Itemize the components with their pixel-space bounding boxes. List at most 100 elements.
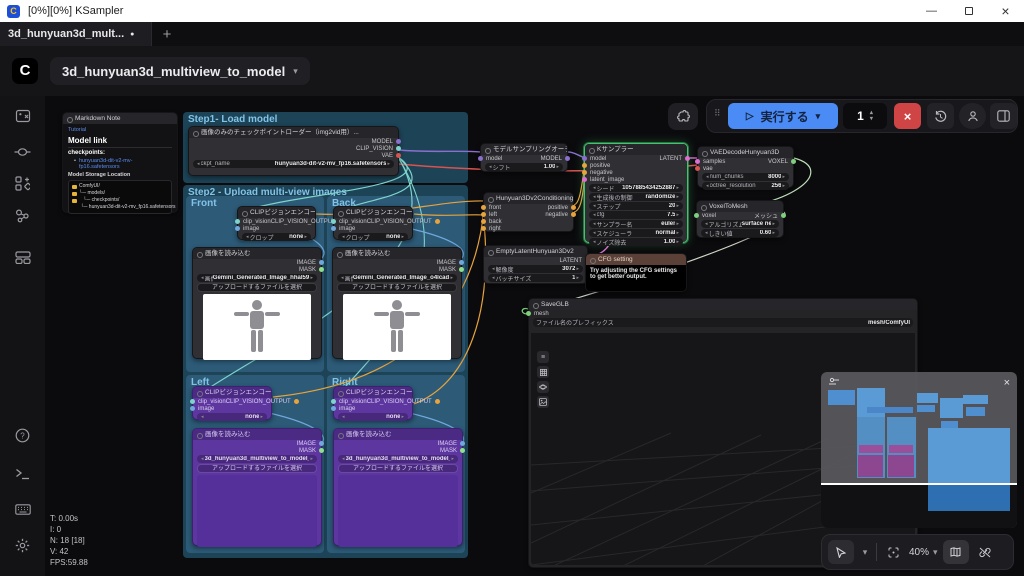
input-port-model[interactable] xyxy=(478,156,483,161)
node-conditioning-multiview[interactable]: Hunyuan3Dv2ConditioningMulti... frontpos… xyxy=(483,192,574,232)
widget-crop[interactable]: ◂クロップnone▸ xyxy=(242,233,311,241)
input-port-mesh[interactable] xyxy=(526,311,531,316)
input-port-right[interactable] xyxy=(481,226,486,231)
drag-handle[interactable]: ⠿ xyxy=(714,109,722,117)
output-port-clip-vision-output[interactable] xyxy=(294,399,299,404)
image-preview-back[interactable] xyxy=(343,294,451,360)
node-model-sampling[interactable]: モデルサンプリングオーラフロー modelMODEL ◂シフト1.00▸ xyxy=(480,143,568,172)
output-port-image[interactable] xyxy=(460,441,465,446)
widget-algorithm[interactable]: ◂アルゴリズムsurface net▸ xyxy=(701,220,779,228)
comfyui-logo[interactable]: C xyxy=(12,58,38,84)
node-markdown-note[interactable]: Markdown Note Tutorial Model link checkp… xyxy=(62,112,178,213)
minimap-close-icon[interactable]: × xyxy=(1004,377,1010,389)
output-port-mask[interactable] xyxy=(319,267,324,272)
node-load-image-left[interactable]: 画像を読み込む IMAGE MASK ◂3d_hunyuan3d_multivi… xyxy=(192,428,322,546)
output-port-mask[interactable] xyxy=(460,448,465,453)
widget-ckpt-name[interactable]: ◂ckpt_namehunyuan3d-dit-v2-mv_fp16.safet… xyxy=(193,160,394,168)
widget-image-file[interactable]: ◂画像Gemini_Generated_Image_hhal59hhal59hh… xyxy=(197,274,317,282)
toggle-panel-button[interactable] xyxy=(990,103,1017,129)
output-port-clip-vision-output[interactable] xyxy=(435,399,440,404)
input-port-back[interactable] xyxy=(481,219,486,224)
batch-count-steppers[interactable]: ▴▾ xyxy=(870,110,873,122)
model-download-link[interactable]: hunyuan3d-dit-v2-mv-fp16.safetensors xyxy=(79,158,172,170)
input-port-clip-vision[interactable] xyxy=(190,399,195,404)
widget-octree-resolution[interactable]: ◂octree_resolution256▸ xyxy=(702,182,789,190)
node-load-image-right[interactable]: 画像を読み込む IMAGE MASK ◂3d_hunyuan3d_multivi… xyxy=(333,428,463,546)
user-account-button[interactable] xyxy=(959,103,986,129)
sidebar-templates-button[interactable] xyxy=(11,246,34,269)
toggle-links-button[interactable] xyxy=(974,540,996,564)
close-button[interactable]: × xyxy=(987,0,1024,22)
viewport-grid-icon[interactable] xyxy=(537,366,549,378)
widget-crop[interactable]: ◂none▸ xyxy=(197,413,267,421)
node-load-image-front[interactable]: 画像を読み込む IMAGE MASK ◂画像Gemini_Generated_I… xyxy=(192,247,322,359)
sidebar-shortcuts-button[interactable] xyxy=(11,498,34,521)
upload-file-button[interactable]: アップロードするファイルを選択 xyxy=(197,283,317,292)
upload-file-button[interactable]: アップロードするファイルを選択 xyxy=(337,283,457,292)
output-port-negative[interactable] xyxy=(571,212,576,217)
sidebar-settings-button[interactable] xyxy=(11,534,34,557)
input-port-image[interactable] xyxy=(331,406,336,411)
upload-file-button[interactable]: アップロードするファイルを選択 xyxy=(197,464,317,473)
minimap[interactable]: × xyxy=(821,372,1017,528)
input-port-front[interactable] xyxy=(481,205,486,210)
cancel-run-button[interactable]: × xyxy=(894,103,921,129)
input-port-negative[interactable] xyxy=(582,170,587,175)
maximize-button[interactable] xyxy=(950,0,987,22)
output-port-mask[interactable] xyxy=(319,448,324,453)
input-port-clip-vision[interactable] xyxy=(331,219,336,224)
output-port-image[interactable] xyxy=(319,260,324,265)
widget-num-chunks[interactable]: ◂num_chunks8000▸ xyxy=(702,173,789,181)
widget-sampler-name[interactable]: ◂サンプラー名euler▸ xyxy=(589,220,683,228)
sidebar-node-library-button[interactable] xyxy=(11,172,34,195)
input-port-clip-vision[interactable] xyxy=(235,219,240,224)
output-port-clip-vision[interactable] xyxy=(396,146,401,151)
widget-image-file[interactable]: ◂3d_hunyuan3d_multiview_to_model_right_i… xyxy=(338,455,458,463)
sidebar-workflows-button[interactable] xyxy=(11,140,34,163)
widget-image-file[interactable]: ◂画像Gemini_Generated_Image_o4lcada4loadv4… xyxy=(337,274,457,282)
output-port-image[interactable] xyxy=(319,441,324,446)
workflow-tab-active[interactable]: 3d_hunyuan3d_mult... ● xyxy=(0,22,152,46)
extensions-button[interactable] xyxy=(668,103,698,130)
output-port-image[interactable] xyxy=(459,260,464,265)
node-vae-decode[interactable]: VAEDecodeHunyuan3D samplesVOXEL vae ◂num… xyxy=(697,146,794,188)
input-port-left[interactable] xyxy=(481,212,486,217)
widget-crop[interactable]: ◂クロップnone▸ xyxy=(338,233,408,241)
input-port-clip-vision[interactable] xyxy=(331,399,336,404)
minimap-pin-icon[interactable] xyxy=(828,377,840,387)
node-clip-encode-left[interactable]: CLIPビジョンエンコード clip_visionCLIP_VISION_OUT… xyxy=(192,386,272,420)
output-port-clip-vision-output[interactable] xyxy=(435,219,440,224)
tutorial-link[interactable]: Tutorial xyxy=(68,127,172,133)
widget-threshold[interactable]: ◂しきい値0.60▸ xyxy=(701,229,779,237)
zoom-level-control[interactable]: 40%▾ xyxy=(909,540,938,564)
minimize-button[interactable]: — xyxy=(913,0,950,22)
widget-scheduler[interactable]: ◂スケジューラnormal▸ xyxy=(589,229,683,237)
sidebar-help-button[interactable]: ? xyxy=(11,424,34,447)
node-clip-encode-right[interactable]: CLIPビジョンエンコード clip_visionCLIP_VISION_OUT… xyxy=(333,386,413,420)
output-port-model[interactable] xyxy=(396,139,401,144)
input-port-image[interactable] xyxy=(235,226,240,231)
widget-image-file[interactable]: ◂3d_hunyuan3d_multiview_to_model_left_im… xyxy=(197,455,317,463)
input-port-image[interactable] xyxy=(190,406,195,411)
sidebar-model-library-button[interactable] xyxy=(11,204,34,227)
output-port-latent[interactable] xyxy=(685,156,690,161)
output-port-model[interactable] xyxy=(565,156,570,161)
widget-filename-prefix[interactable]: ファイル名のプレフィックスmesh/ComfyUI xyxy=(533,318,913,327)
output-port-vae[interactable] xyxy=(396,153,401,158)
node-clip-encode-front[interactable]: CLIPビジョンエンコード clip_visionCLIP_VISION_OUT… xyxy=(237,206,316,240)
widget-crop[interactable]: ◂none▸ xyxy=(338,413,408,421)
node-load-image-back[interactable]: 画像を読み込む IMAGE MASK ◂画像Gemini_Generated_I… xyxy=(332,247,462,359)
output-port-positive[interactable] xyxy=(571,205,576,210)
viewport-orbit-icon[interactable] xyxy=(537,381,549,393)
fit-view-button[interactable] xyxy=(882,540,904,564)
widget-control-after-generate[interactable]: ◂生成後の制御randomize▸ xyxy=(589,193,683,201)
sidebar-terminal-button[interactable] xyxy=(11,462,34,485)
input-port-samples[interactable] xyxy=(695,159,700,164)
node-checkpoint-loader[interactable]: 画像のみのチェックポイントローダー（img2vid用）... MODEL CLI… xyxy=(188,126,399,176)
node-clip-encode-back[interactable]: CLIPビジョンエンコード clip_visionCLIP_VISION_OUT… xyxy=(333,206,413,240)
node-voxel-to-mesh[interactable]: VoxelToMesh voxelメッシュ ◂アルゴリズムsurface net… xyxy=(696,200,784,238)
input-port-positive[interactable] xyxy=(582,163,587,168)
widget-shift[interactable]: ◂シフト1.00▸ xyxy=(485,163,563,171)
upload-file-button[interactable]: アップロードするファイルを選択 xyxy=(338,464,458,473)
new-tab-button[interactable]: + xyxy=(152,22,182,46)
